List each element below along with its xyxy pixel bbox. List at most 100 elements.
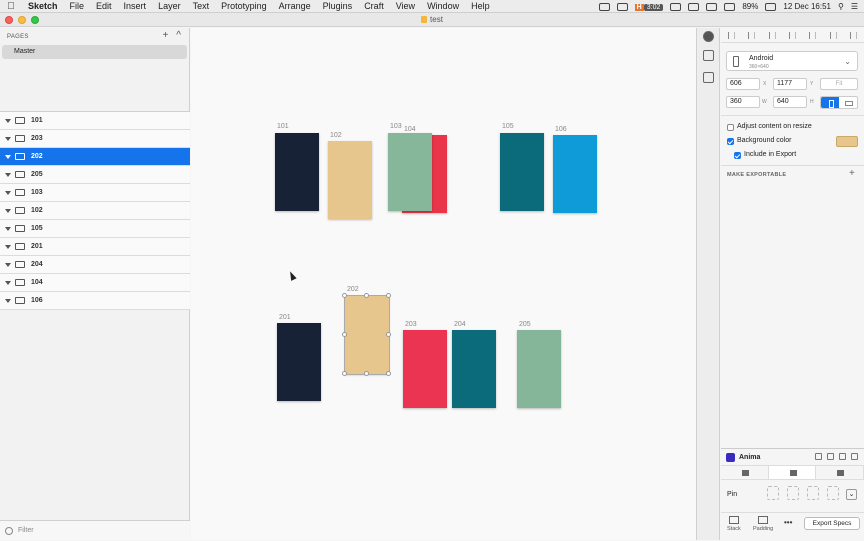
fit-button[interactable]: Fit (820, 78, 858, 90)
layer-artboard[interactable]: 203 (0, 130, 190, 148)
clock[interactable]: 12 Dec 16:51 (783, 2, 831, 11)
y-position-field[interactable]: 1177 (773, 78, 807, 90)
layer-artboard[interactable]: 101 (0, 112, 190, 130)
more-options-button[interactable]: ••• (784, 518, 792, 527)
layer-artboard[interactable]: 205 (0, 166, 190, 184)
add-page-button[interactable]: + (162, 30, 168, 41)
include-in-export-checkbox[interactable] (734, 152, 741, 159)
resize-handle[interactable] (386, 371, 391, 376)
pin-dropdown-button[interactable]: ⌄ (846, 489, 857, 500)
artboard-label-102[interactable]: 102 (330, 132, 342, 139)
wifi-icon[interactable] (724, 2, 736, 11)
resize-handle[interactable] (386, 293, 391, 298)
background-color-checkbox[interactable] (727, 138, 734, 145)
pin-bottom-icon[interactable] (827, 486, 839, 500)
artboard-label-203[interactable]: 203 (405, 321, 417, 328)
disclosure-triangle-icon[interactable] (5, 208, 11, 213)
artboard-103[interactable] (388, 133, 432, 211)
artboard-204[interactable] (452, 330, 496, 408)
align-left-icon[interactable] (727, 31, 735, 39)
align-bottom-icon[interactable] (829, 31, 837, 39)
stack-button[interactable]: Stack (727, 516, 741, 532)
battery-icon[interactable] (765, 2, 777, 11)
resize-handle[interactable] (342, 332, 347, 337)
filter-icon[interactable] (5, 527, 13, 535)
disclosure-triangle-icon[interactable] (5, 190, 11, 195)
dropbox-icon[interactable] (616, 2, 628, 11)
layer-artboard[interactable]: 102 (0, 202, 190, 220)
add-export-button[interactable]: + (849, 168, 855, 179)
menu-craft[interactable]: Craft (358, 1, 390, 11)
chat-icon[interactable] (670, 2, 682, 11)
artboard-label-106[interactable]: 106 (555, 126, 567, 133)
artboard-105[interactable] (500, 133, 544, 211)
disclosure-triangle-icon[interactable] (5, 244, 11, 249)
artboard-101[interactable] (275, 133, 319, 211)
artboard-201[interactable] (277, 323, 321, 401)
menu-text[interactable]: Text (187, 1, 216, 11)
tab-layout[interactable] (721, 466, 769, 479)
disclosure-triangle-icon[interactable] (5, 136, 11, 141)
align-center-icon[interactable] (748, 31, 756, 39)
x-position-field[interactable]: 606 (726, 78, 760, 90)
artboard-label-201[interactable]: 201 (279, 314, 291, 321)
align-middle-icon[interactable] (809, 31, 817, 39)
artboard-label-204[interactable]: 204 (454, 321, 466, 328)
padding-button[interactable]: Padding (753, 516, 773, 532)
menu-insert[interactable]: Insert (118, 1, 153, 11)
menu-file[interactable]: File (64, 1, 91, 11)
pin-right-icon[interactable] (807, 486, 819, 500)
layer-artboard-selected[interactable]: 202 (0, 148, 190, 166)
disclosure-triangle-icon[interactable] (5, 280, 11, 285)
menu-edit[interactable]: Edit (90, 1, 118, 11)
menu-window[interactable]: Window (421, 1, 465, 11)
artboard-label-205[interactable]: 205 (519, 321, 531, 328)
disclosure-triangle-icon[interactable] (5, 172, 11, 177)
canvas[interactable]: 101 102 103 104 105 106 201 202 203 204 … (191, 28, 696, 540)
resize-handle[interactable] (342, 371, 347, 376)
collapse-pages-button[interactable]: ^ (176, 30, 181, 41)
background-color-swatch[interactable] (836, 136, 858, 147)
menu-help[interactable]: Help (465, 1, 496, 11)
preview-icon[interactable] (827, 453, 834, 460)
align-top-icon[interactable] (788, 31, 796, 39)
components-panel-icon[interactable] (703, 72, 714, 83)
disclosure-triangle-icon[interactable] (5, 262, 11, 267)
resize-handle[interactable] (364, 371, 369, 376)
apple-menu-icon[interactable]:  (0, 1, 22, 12)
resize-handle[interactable] (364, 293, 369, 298)
menu-plugins[interactable]: Plugins (317, 1, 359, 11)
portrait-button[interactable] (821, 97, 839, 108)
menu-prototyping[interactable]: Prototyping (215, 1, 273, 11)
layer-artboard[interactable]: 103 (0, 184, 190, 202)
tab-launch[interactable] (768, 466, 817, 479)
resize-handle[interactable] (386, 332, 391, 337)
menu-view[interactable]: View (390, 1, 421, 11)
device-preset-select[interactable]: Android 360×640 ⌄ (726, 51, 858, 71)
notification-center-icon[interactable]: ☰ (851, 2, 858, 11)
distribute-icon[interactable] (850, 31, 858, 39)
inspector-toggle-icon[interactable] (703, 31, 714, 42)
disclosure-triangle-icon[interactable] (5, 154, 11, 159)
layer-artboard[interactable]: 104 (0, 274, 190, 292)
layer-artboard[interactable]: 201 (0, 238, 190, 256)
layer-artboard[interactable]: 204 (0, 256, 190, 274)
menu-arrange[interactable]: Arrange (273, 1, 317, 11)
artboard-202-selected[interactable] (344, 295, 390, 375)
menu-app[interactable]: Sketch (22, 1, 64, 11)
lightning-icon[interactable] (851, 453, 858, 460)
circle-icon[interactable] (688, 2, 700, 11)
disclosure-triangle-icon[interactable] (5, 226, 11, 231)
screen-record-icon[interactable] (598, 2, 610, 11)
artboard-label-105[interactable]: 105 (502, 123, 514, 130)
tab-links[interactable] (816, 466, 864, 479)
adjust-content-checkbox[interactable] (727, 124, 734, 131)
height-field[interactable]: 640 (773, 96, 807, 108)
artboard-label-101[interactable]: 101 (277, 123, 289, 130)
search-icon[interactable]: ⚲ (838, 2, 844, 11)
disclosure-triangle-icon[interactable] (5, 298, 11, 303)
pin-top-icon[interactable] (787, 486, 799, 500)
artboard-102[interactable] (328, 141, 372, 219)
align-right-icon[interactable] (768, 31, 776, 39)
artboard-label-202[interactable]: 202 (347, 286, 359, 293)
